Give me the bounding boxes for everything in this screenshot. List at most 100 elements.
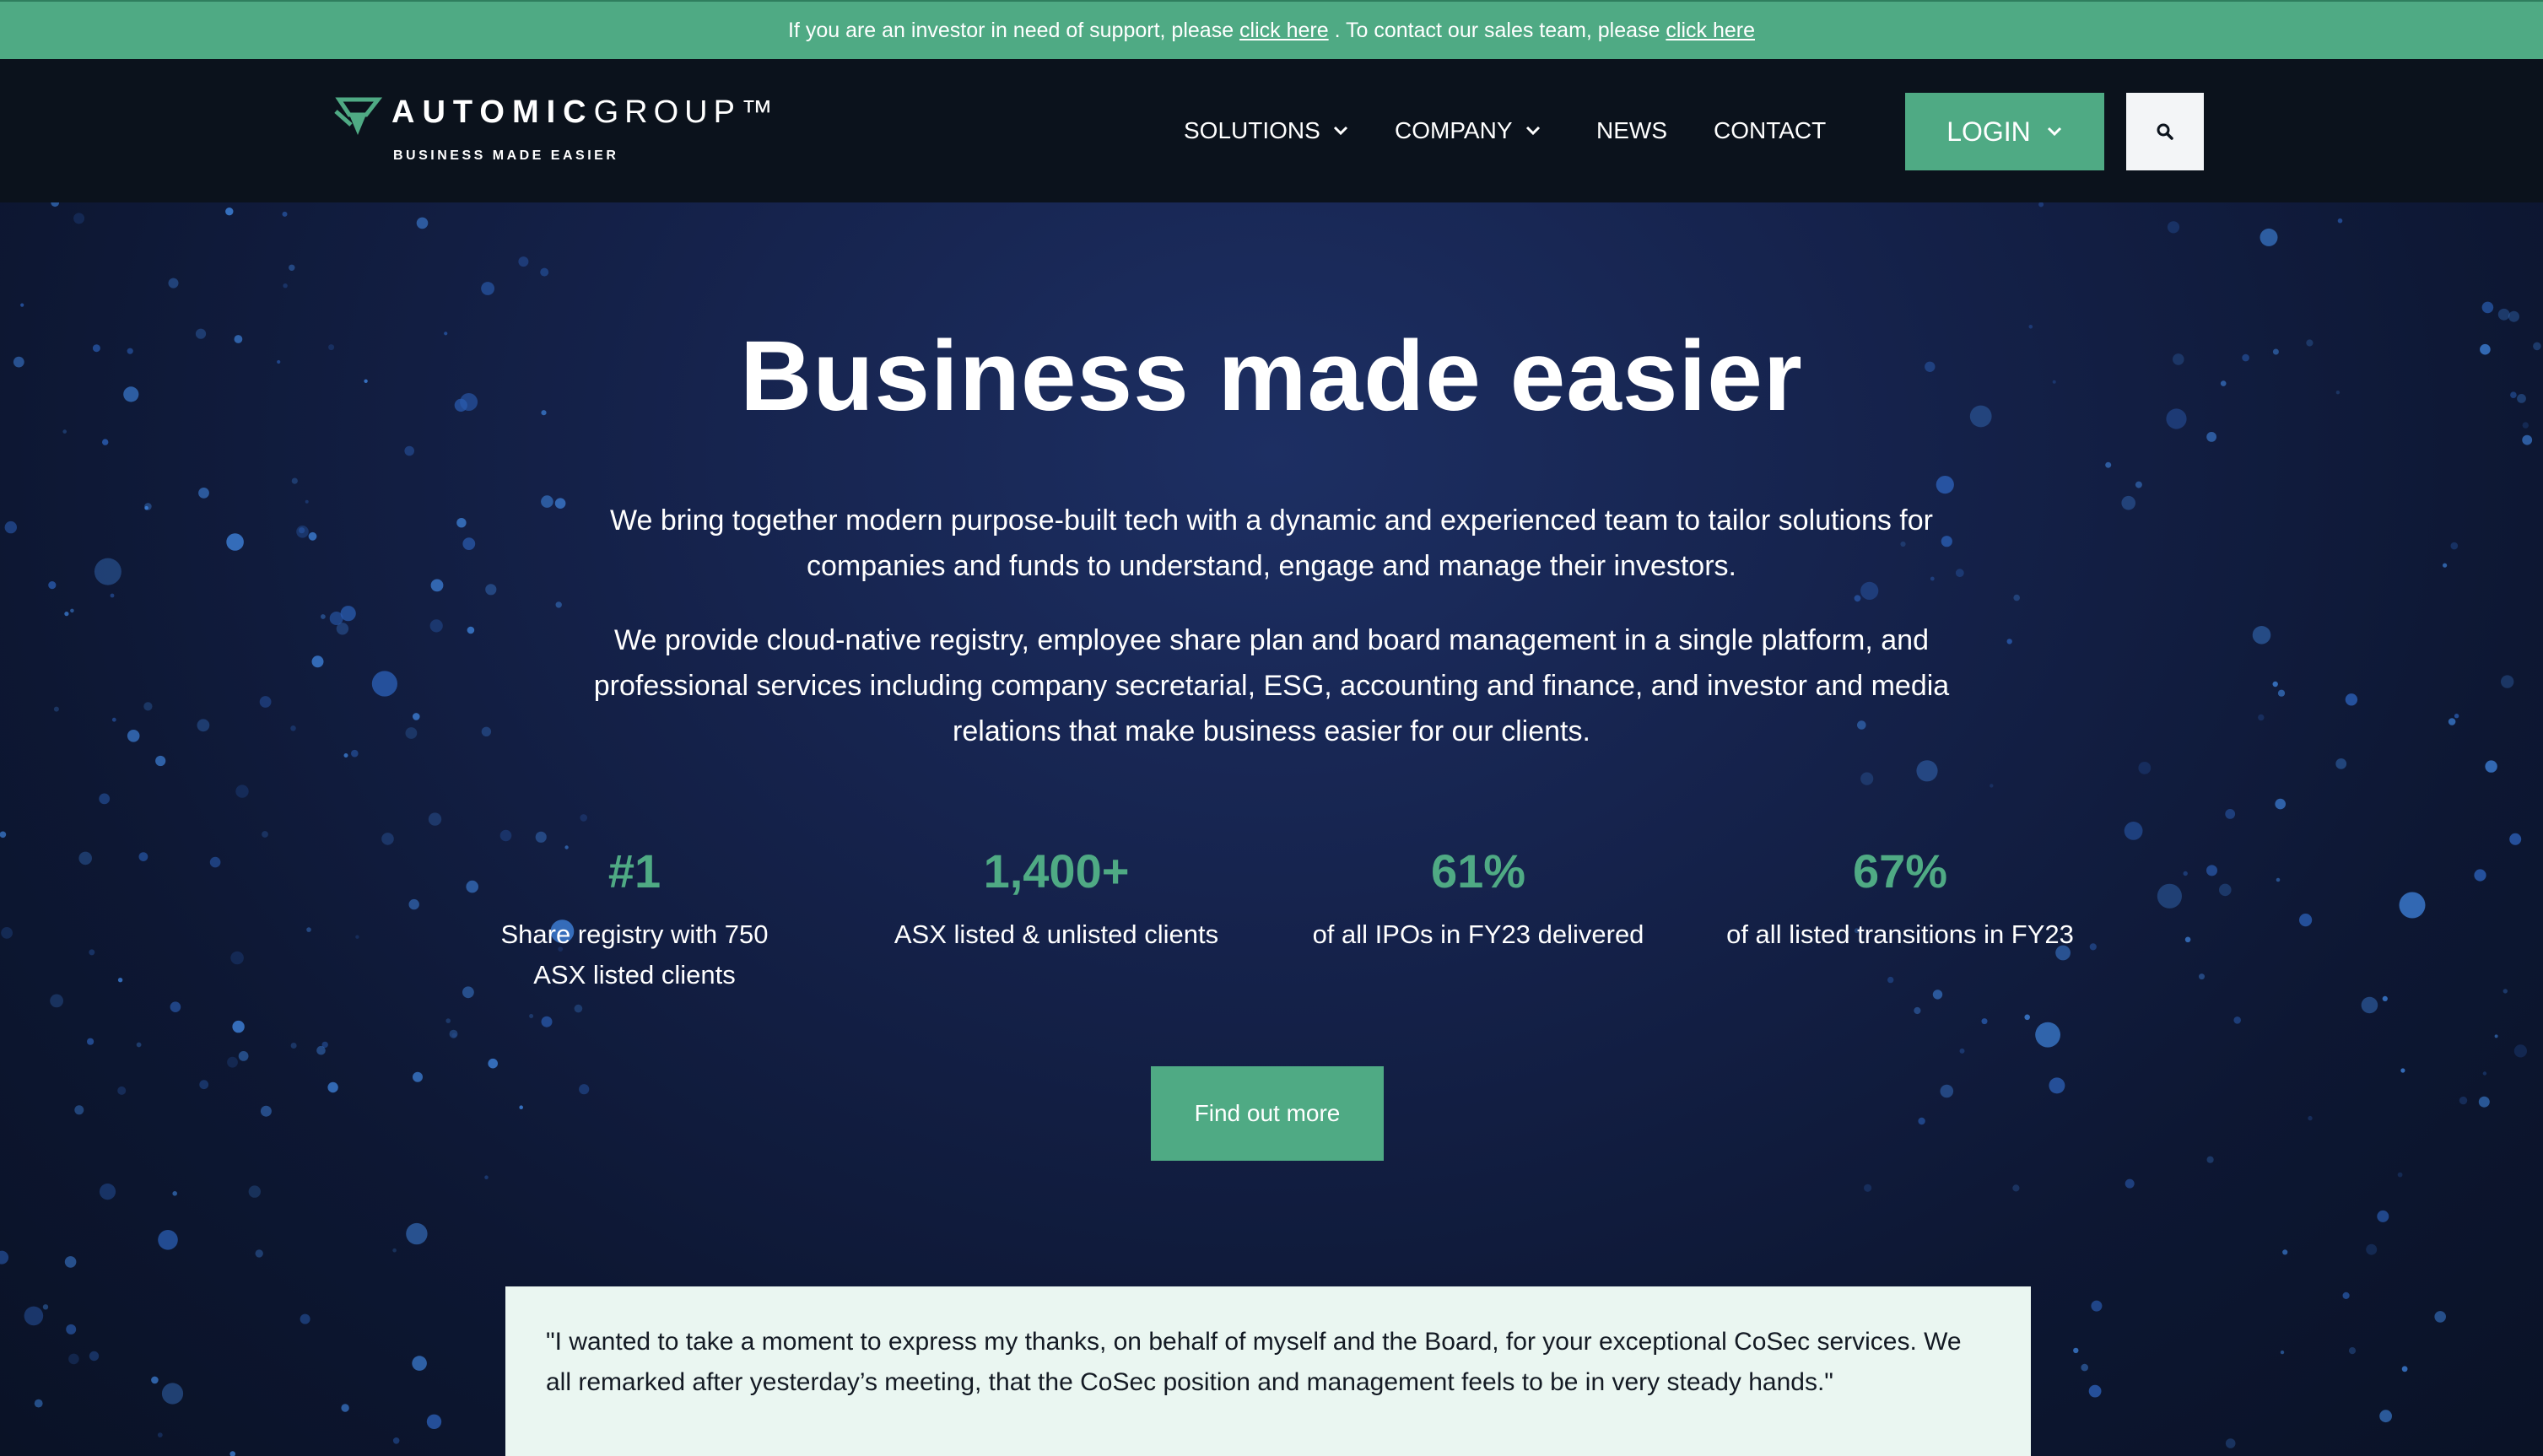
bokeh-particle: [2199, 973, 2205, 980]
bokeh-particle: [2252, 626, 2271, 644]
bokeh-particle: [229, 1451, 235, 1456]
bokeh-particle: [355, 935, 359, 939]
bokeh-particle: [2366, 1243, 2378, 1255]
bokeh-particle: [290, 725, 296, 731]
bokeh-particle: [2434, 1311, 2446, 1323]
nav-item-solutions[interactable]: SOLUTIONS: [1184, 117, 1349, 144]
bokeh-particle: [2401, 1366, 2408, 1372]
bokeh-particle: [2481, 301, 2494, 314]
stat-ipos: 61% of all IPOs in FY23 delivered: [1301, 844, 1655, 955]
bokeh-particle: [343, 753, 348, 758]
bokeh-particle: [291, 477, 298, 484]
bokeh-particle: [541, 1016, 553, 1027]
bokeh-particle: [1932, 990, 1943, 1000]
bokeh-particle: [2342, 1292, 2350, 1299]
bokeh-particle: [2125, 1178, 2135, 1189]
bokeh-particle: [155, 755, 166, 767]
chevron-down-icon: [1525, 126, 1540, 136]
bokeh-particle: [151, 1376, 159, 1384]
bokeh-particle: [540, 267, 549, 277]
bokeh-particle: [4, 520, 17, 534]
chevron-down-icon: [1333, 126, 1347, 136]
bokeh-particle: [1940, 1084, 1954, 1098]
login-button[interactable]: LOGIN: [1905, 93, 2104, 170]
bokeh-particle: [99, 1184, 116, 1200]
bokeh-particle: [199, 1080, 209, 1090]
bokeh-particle: [413, 1071, 423, 1082]
bokeh-particle: [2348, 1347, 2357, 1355]
bokeh-particle: [499, 829, 512, 842]
search-button[interactable]: [2126, 93, 2204, 170]
find-out-more-button[interactable]: Find out more: [1151, 1066, 1384, 1161]
bokeh-particle: [283, 283, 288, 289]
bokeh-particle: [282, 211, 288, 217]
bokeh-particle: [2400, 1068, 2405, 1073]
bokeh-particle: [2272, 681, 2278, 688]
bokeh-particle: [143, 702, 153, 711]
bokeh-particle: [2038, 202, 2044, 208]
bokeh-particle: [2494, 1034, 2498, 1038]
bokeh-particle: [262, 831, 268, 838]
sales-contact-link[interactable]: click here: [1666, 19, 1755, 43]
bokeh-particle: [42, 1304, 49, 1310]
investor-support-link[interactable]: click here: [1239, 19, 1329, 43]
bokeh-particle: [157, 1432, 163, 1437]
bokeh-particle: [2513, 1044, 2527, 1058]
bokeh-particle: [2522, 434, 2533, 445]
bokeh-particle: [316, 1045, 326, 1055]
nav-label-solutions: SOLUTIONS: [1184, 117, 1320, 143]
stat-share-registry: #1 Share registry with 750 ASX listed cl…: [457, 844, 812, 995]
bokeh-particle: [64, 1256, 77, 1268]
announcement-text-1: If you are an investor in need of suppor…: [787, 18, 1240, 42]
bokeh-particle: [329, 612, 343, 625]
bokeh-particle: [117, 1086, 127, 1095]
bokeh-particle: [2454, 714, 2459, 719]
bokeh-particle: [34, 1399, 43, 1408]
nav-item-company[interactable]: COMPANY: [1395, 117, 1541, 144]
bokeh-particle: [467, 626, 475, 634]
bokeh-particle: [481, 726, 492, 736]
bokeh-particle: [2377, 1210, 2389, 1222]
bokeh-particle: [232, 1020, 245, 1033]
bokeh-particle: [110, 593, 115, 598]
logo[interactable]: AUTOMICGROUP™ BUSINESS MADE EASIER: [332, 91, 773, 167]
bokeh-particle: [2258, 714, 2265, 721]
nav-item-contact[interactable]: CONTACT: [1714, 117, 1826, 144]
bokeh-particle: [306, 927, 311, 932]
bokeh-particle: [2135, 481, 2142, 488]
bokeh-particle: [2035, 1022, 2061, 1048]
bokeh-particle: [2397, 1172, 2403, 1178]
bokeh-particle: [529, 1014, 534, 1018]
bokeh-particle: [2345, 693, 2358, 706]
bokeh-particle: [138, 852, 148, 861]
bokeh-particle: [392, 1437, 400, 1444]
bokeh-particle: [2443, 563, 2448, 568]
bokeh-particle: [94, 558, 121, 585]
bokeh-particle: [428, 812, 442, 826]
bokeh-particle: [519, 1105, 523, 1109]
bokeh-particle: [2091, 1300, 2103, 1312]
logo-word-light: GROUP™: [593, 94, 779, 130]
nav-item-news[interactable]: NEWS: [1596, 117, 1667, 144]
bokeh-particle: [327, 1081, 338, 1093]
bokeh-particle: [351, 749, 359, 758]
bokeh-particle: [484, 1175, 489, 1179]
stat-value: #1: [607, 844, 661, 898]
bokeh-particle: [1864, 1184, 1872, 1192]
bokeh-particle: [405, 727, 418, 739]
bokeh-particle: [136, 1042, 142, 1048]
bokeh-particle: [1936, 476, 1954, 494]
bokeh-particle: [99, 793, 111, 805]
announcement-bar: If you are an investor in need of suppor…: [0, 0, 2543, 59]
bokeh-particle: [48, 581, 57, 590]
bokeh-particle: [53, 706, 59, 712]
bokeh-particle: [51, 202, 60, 208]
bokeh-particle: [412, 1356, 427, 1371]
bokeh-particle: [408, 898, 419, 910]
bokeh-particle: [2013, 594, 2020, 601]
bokeh-particle: [2282, 1249, 2288, 1255]
bokeh-particle: [1914, 1006, 1921, 1015]
bokeh-particle: [2448, 718, 2456, 725]
hero-section: Business made easier We bring together m…: [0, 202, 2543, 1456]
bokeh-particle: [227, 1056, 238, 1068]
